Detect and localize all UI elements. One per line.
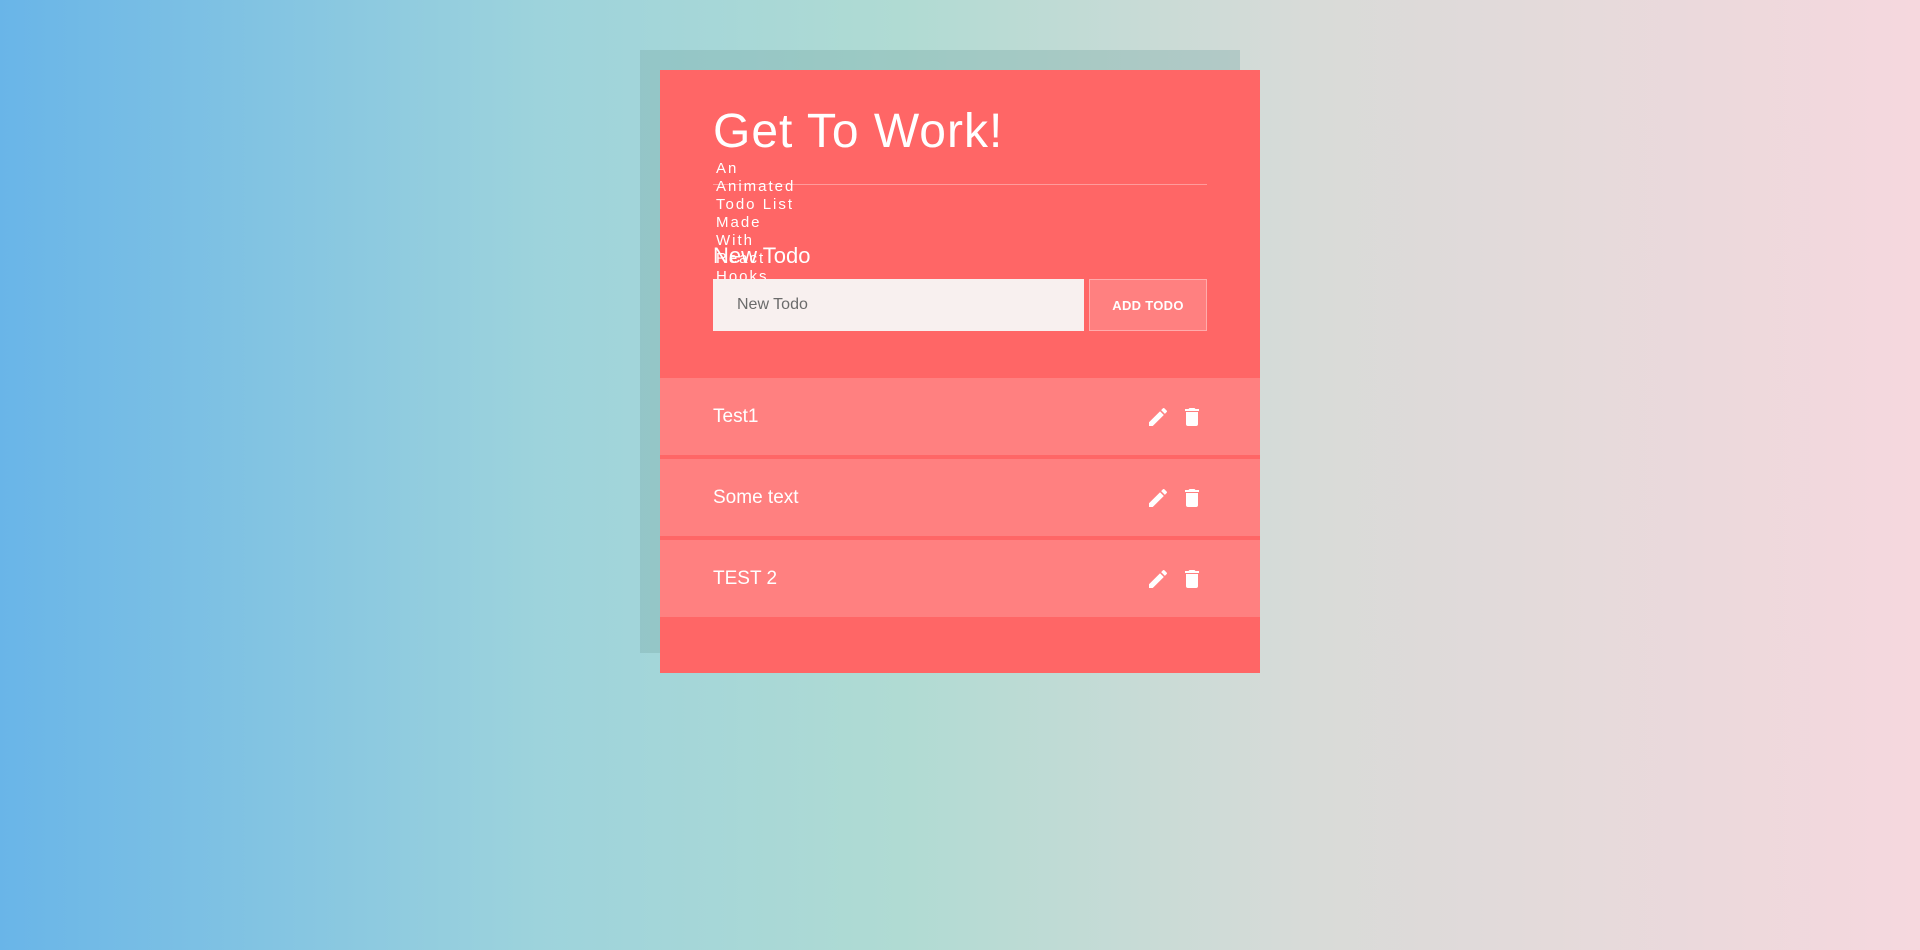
todo-actions [1146,486,1204,510]
pencil-icon[interactable] [1146,405,1170,429]
todo-text: Some text [713,487,799,508]
pencil-icon[interactable] [1146,486,1170,510]
todo-item: Some text [660,459,1260,536]
todo-actions [1146,405,1204,429]
todo-item: TEST 2 [660,540,1260,617]
trash-icon[interactable] [1180,486,1204,510]
pencil-icon[interactable] [1146,567,1170,591]
new-todo-input[interactable] [713,279,1084,331]
todo-text: Test1 [713,406,759,427]
page-title: Get To Work! [713,105,1004,158]
todo-card: Get To Work! An Animated Todo List Made … [660,70,1260,673]
todo-actions [1146,567,1204,591]
todo-text: TEST 2 [713,568,778,589]
trash-icon[interactable] [1180,405,1204,429]
add-todo-button[interactable]: ADD TODO [1089,279,1207,331]
todo-item: Test1 [660,378,1260,455]
new-todo-label: New Todo [713,243,811,268]
trash-icon[interactable] [1180,567,1204,591]
